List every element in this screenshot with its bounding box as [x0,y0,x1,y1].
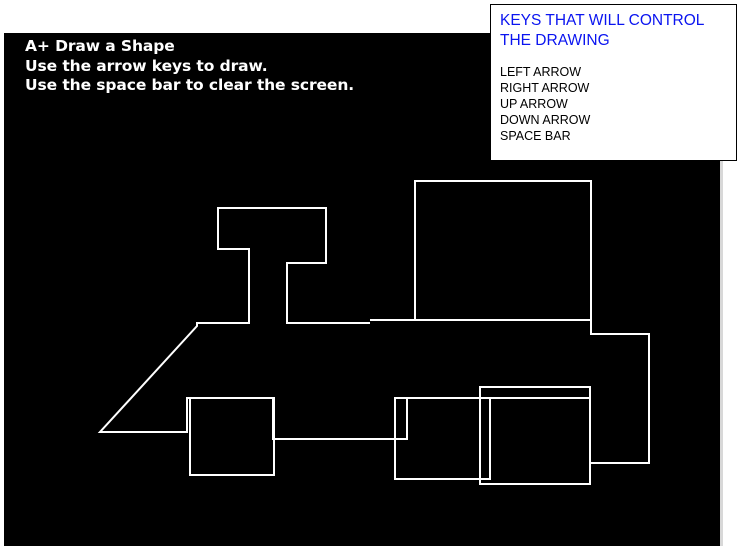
key-down-arrow: DOWN ARROW [500,113,591,127]
keys-panel-title-line-2: THE DRAWING [500,32,610,49]
drawn-line-smokestack [97,207,408,440]
key-right-arrow: RIGHT ARROW [500,81,590,95]
keys-panel: KEYS THAT WILL CONTROL THE DRAWING LEFT … [490,4,737,161]
drawn-line-front-wheel [189,397,275,476]
drawing-app-window: A+ Draw a Shape Use the arrow keys to dr… [0,0,743,550]
drawn-line-rear-wheel [479,386,591,485]
drawn-line-middle-wheel [394,397,491,480]
keys-list: LEFT ARROW RIGHT ARROW UP ARROW DOWN ARR… [500,64,590,144]
key-up-arrow: UP ARROW [500,97,568,111]
keys-panel-title-line-1: KEYS THAT WILL CONTROL [500,12,705,29]
key-left-arrow: LEFT ARROW [500,65,582,79]
keys-panel-title: KEYS THAT WILL CONTROL THE DRAWING [500,11,704,51]
key-space-bar: SPACE BAR [500,129,571,143]
drawn-line-cab [370,180,650,464]
